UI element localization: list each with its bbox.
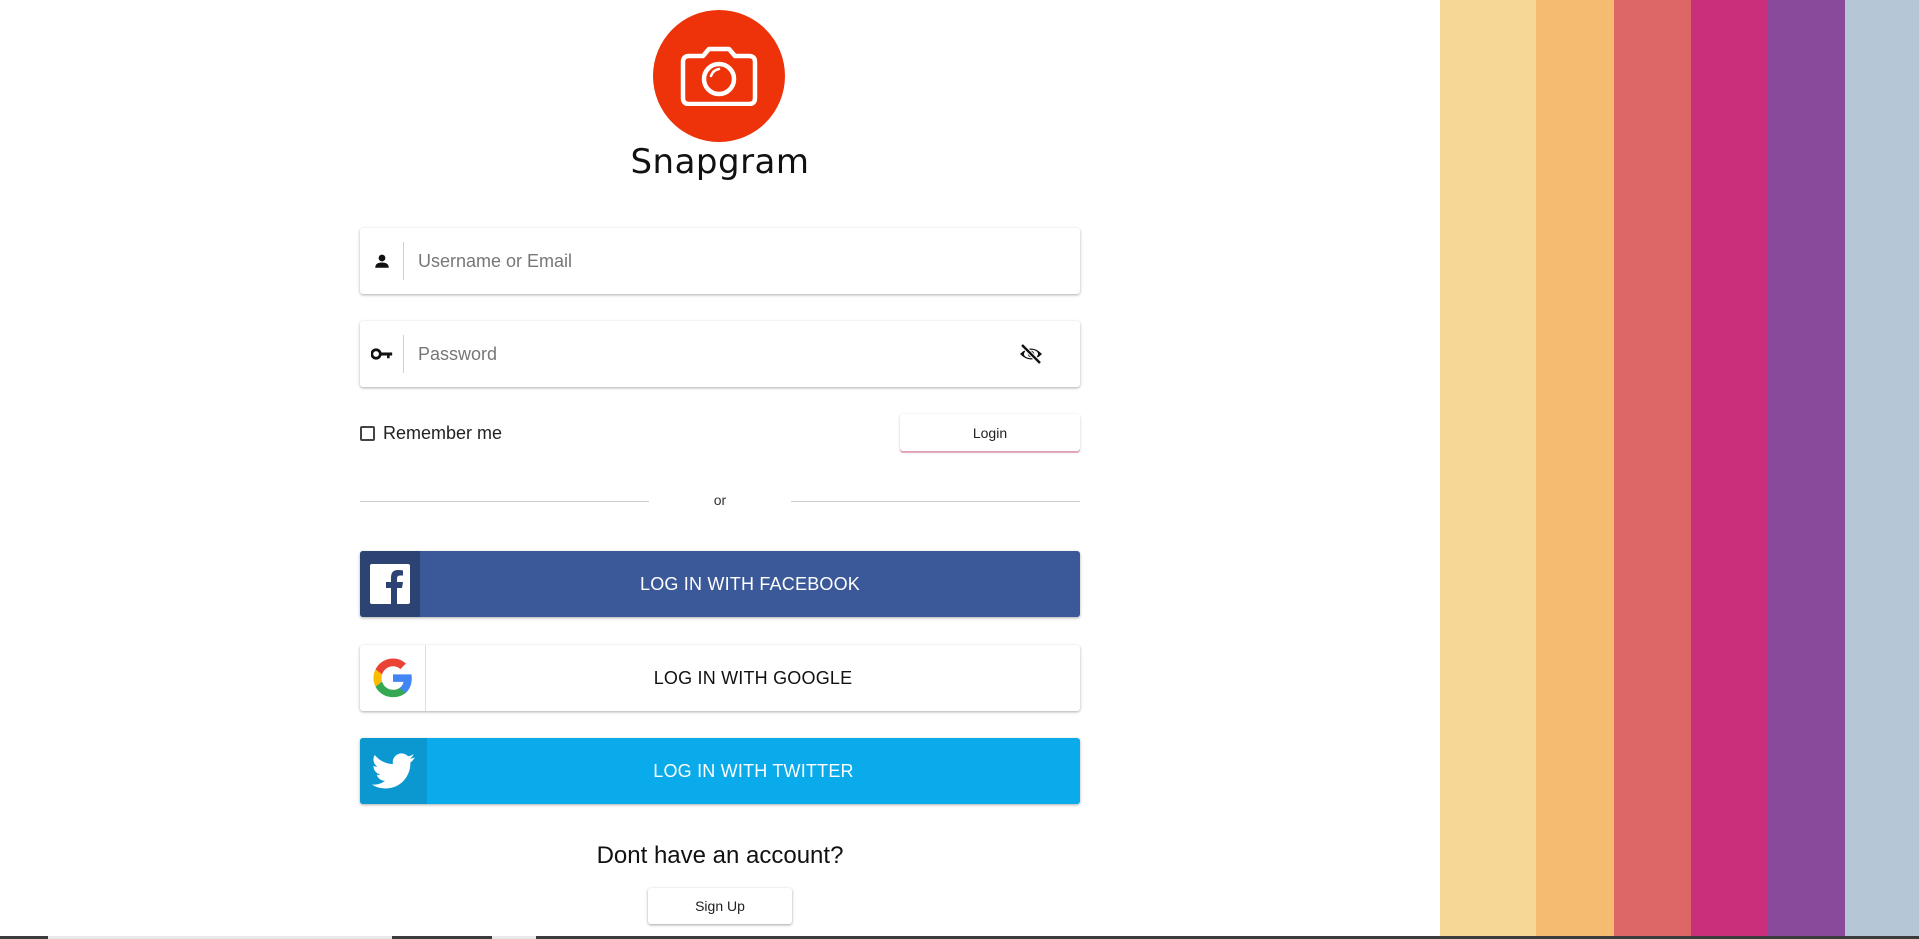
google-login-button[interactable]: LOG IN WITH GOOGLE bbox=[360, 645, 1080, 711]
checkbox-box[interactable] bbox=[360, 426, 375, 441]
camera-icon bbox=[653, 10, 785, 142]
login-button[interactable]: Login bbox=[900, 414, 1080, 451]
key-icon bbox=[360, 335, 404, 373]
twitter-icon bbox=[360, 738, 427, 804]
username-input[interactable] bbox=[404, 228, 1080, 294]
person-icon bbox=[360, 242, 404, 280]
divider-line-right bbox=[791, 501, 1080, 502]
decorative-stripes bbox=[1440, 0, 1919, 939]
brand-name: Snapgram bbox=[630, 142, 810, 182]
facebook-login-button[interactable]: LOG IN WITH FACEBOOK bbox=[360, 551, 1080, 617]
password-field[interactable] bbox=[360, 321, 1080, 387]
stripe bbox=[1845, 0, 1919, 939]
stripe bbox=[1536, 0, 1614, 939]
username-field[interactable] bbox=[360, 228, 1080, 294]
remember-me-label: Remember me bbox=[383, 423, 503, 443]
google-icon bbox=[360, 645, 426, 711]
facebook-login-label: LOG IN WITH FACEBOOK bbox=[639, 573, 861, 594]
twitter-login-label: LOG IN WITH TWITTER bbox=[653, 760, 854, 781]
sign-up-button[interactable]: Sign Up bbox=[648, 888, 792, 924]
stripe bbox=[1768, 0, 1845, 939]
stripe bbox=[1614, 0, 1691, 939]
visibility-off-icon[interactable] bbox=[1016, 339, 1046, 369]
password-input[interactable] bbox=[404, 321, 1016, 387]
no-account-prompt: Dont have an account? bbox=[596, 842, 844, 869]
login-page: Snapgram Username or Email Remember me L… bbox=[0, 0, 1919, 939]
remember-me-checkbox[interactable]: Remember me bbox=[360, 423, 502, 444]
stripe bbox=[1691, 0, 1768, 939]
facebook-icon bbox=[360, 551, 420, 617]
google-login-label: LOG IN WITH GOOGLE bbox=[653, 667, 853, 688]
stripe bbox=[1440, 0, 1536, 939]
twitter-login-button[interactable]: LOG IN WITH TWITTER bbox=[360, 738, 1080, 804]
or-divider: or bbox=[360, 491, 1080, 511]
divider-text: or bbox=[713, 492, 727, 508]
